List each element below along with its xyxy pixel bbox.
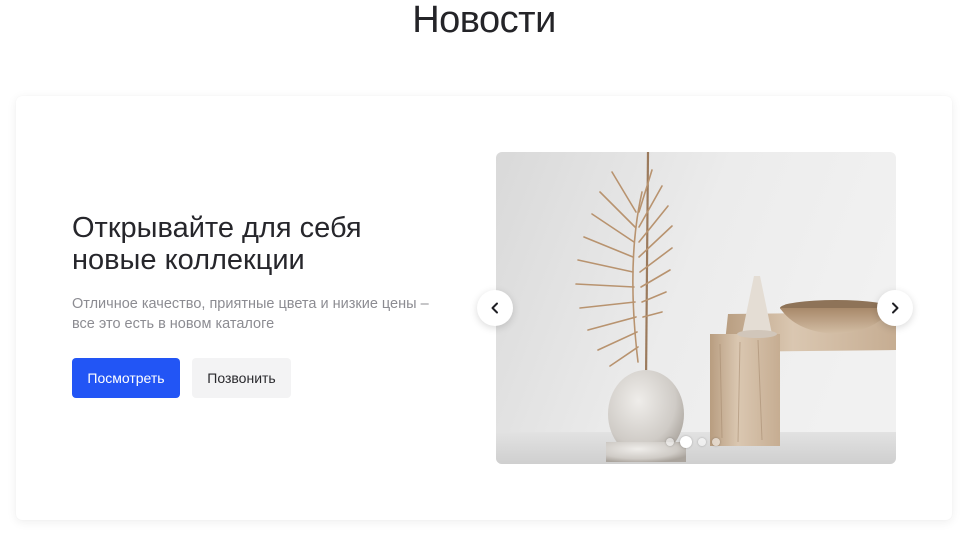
promo-description-line-1: Отличное качество, приятные цвета и низк…	[72, 296, 429, 312]
promo-buttons: Посмотреть Позвонить	[72, 358, 472, 398]
chevron-left-icon	[491, 302, 498, 314]
promo-description: Отличное качество, приятные цвета и низк…	[72, 294, 472, 334]
slider-next-button[interactable]	[877, 290, 913, 326]
slider-pagination	[666, 436, 720, 448]
slider-dot-1[interactable]	[666, 438, 674, 446]
news-card: Открывайте для себя новые коллекции Отли…	[16, 96, 952, 520]
promo-block: Открывайте для себя новые коллекции Отли…	[72, 212, 472, 398]
view-button[interactable]: Посмотреть	[72, 358, 180, 398]
slider-dot-3[interactable]	[698, 438, 706, 446]
image-slider[interactable]	[496, 152, 896, 464]
call-button[interactable]: Позвонить	[192, 358, 291, 398]
chevron-right-icon	[892, 302, 899, 314]
news-page: Новости Открывайте для себя новые коллек…	[0, 0, 968, 540]
slide-image	[496, 152, 896, 464]
slider-prev-button[interactable]	[477, 290, 513, 326]
promo-description-line-2: все это есть в новом каталоге	[72, 316, 275, 332]
slider-dot-2[interactable]	[680, 436, 692, 448]
promo-heading: Открывайте для себя новые коллекции	[72, 212, 472, 276]
promo-heading-line-1: Открывайте для себя	[72, 212, 362, 244]
slider-dot-4[interactable]	[712, 438, 720, 446]
page-title: Новости	[412, 0, 556, 41]
promo-heading-line-2: новые коллекции	[72, 244, 305, 276]
